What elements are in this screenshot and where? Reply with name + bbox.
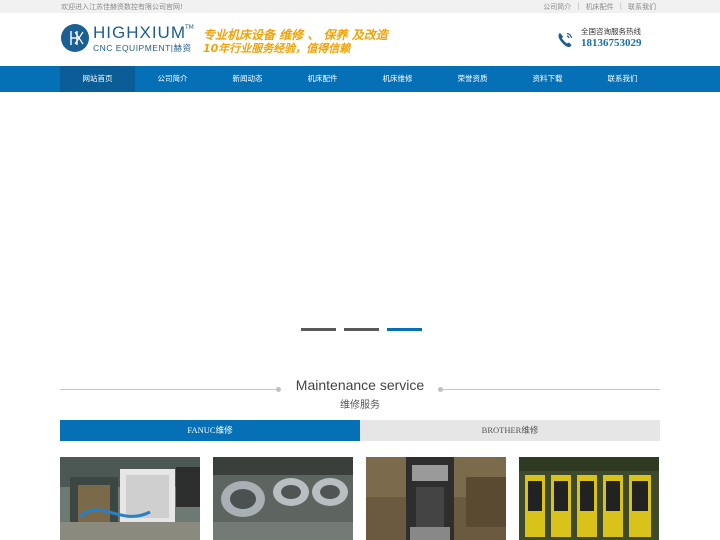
bearings-photo-icon bbox=[213, 457, 353, 540]
logo-icon[interactable] bbox=[61, 24, 89, 52]
hotline-label: 全国咨询服务热线 bbox=[581, 27, 641, 36]
top-bar: 欢迎进入江苏佳赫资数控有限公司官网! 公司简介 | 机床配件 | 联系我们 bbox=[0, 0, 720, 13]
tab-fanuc[interactable]: FANUC维修 bbox=[60, 420, 360, 441]
tab-brother[interactable]: BROTHER维修 bbox=[360, 420, 660, 441]
product-thumb-1[interactable] bbox=[60, 457, 200, 540]
nav-item-parts[interactable]: 机床配件 bbox=[285, 66, 360, 92]
top-links: 公司简介 | 机床配件 | 联系我们 bbox=[543, 2, 656, 12]
nav-item-repair[interactable]: 机床维修 bbox=[360, 66, 435, 92]
nav-item-about[interactable]: 公司简介 bbox=[135, 66, 210, 92]
separator: | bbox=[619, 2, 622, 10]
spindle-photo-icon bbox=[366, 457, 506, 540]
separator: | bbox=[577, 2, 580, 10]
section-title-cn: 维修服务 bbox=[340, 400, 380, 411]
servo-drives-photo-icon bbox=[519, 457, 659, 540]
product-thumb-4[interactable] bbox=[519, 457, 659, 540]
phone-icon bbox=[558, 32, 573, 48]
nav-item-home[interactable]: 网站首页 bbox=[60, 66, 135, 92]
brand-subtitle: CNC EQUIPMENT|赫资 bbox=[93, 43, 192, 53]
site-header: HIGHXIUM TM CNC EQUIPMENT|赫资 专业机床设备 维修 、… bbox=[0, 13, 720, 66]
top-link-parts[interactable]: 机床配件 bbox=[586, 2, 614, 12]
slide-dot-1[interactable] bbox=[301, 328, 336, 331]
product-thumb-3[interactable] bbox=[366, 457, 506, 540]
slide-dot-2[interactable] bbox=[344, 328, 379, 331]
welcome-text: 欢迎进入江苏佳赫资数控有限公司官网! bbox=[61, 3, 183, 11]
top-link-about[interactable]: 公司简介 bbox=[543, 2, 571, 12]
banner-slideshow[interactable] bbox=[0, 92, 720, 350]
nav-item-news[interactable]: 新闻动态 bbox=[210, 66, 285, 92]
top-link-contact[interactable]: 联系我们 bbox=[628, 2, 656, 12]
product-thumb-2[interactable] bbox=[213, 457, 353, 540]
nav-item-honors[interactable]: 荣誉资质 bbox=[435, 66, 510, 92]
spindle-motor-photo-icon bbox=[60, 457, 200, 540]
nav-item-contact[interactable]: 联系我们 bbox=[585, 66, 660, 92]
slogan-line-2: 10年行业服务经验，值得信赖 bbox=[203, 42, 351, 55]
main-nav: 网站首页 公司简介 新闻动态 机床配件 机床维修 荣誉资质 资料下载 联系我们 bbox=[0, 66, 720, 92]
brand-name[interactable]: HIGHXIUM bbox=[93, 24, 186, 41]
nav-item-downloads[interactable]: 资料下载 bbox=[510, 66, 585, 92]
brand-trademark: TM bbox=[185, 24, 194, 31]
hotline-number[interactable]: 18136753029 bbox=[581, 37, 642, 49]
slide-dot-3[interactable] bbox=[387, 328, 422, 331]
section-title-en: Maintenance service bbox=[295, 377, 425, 393]
